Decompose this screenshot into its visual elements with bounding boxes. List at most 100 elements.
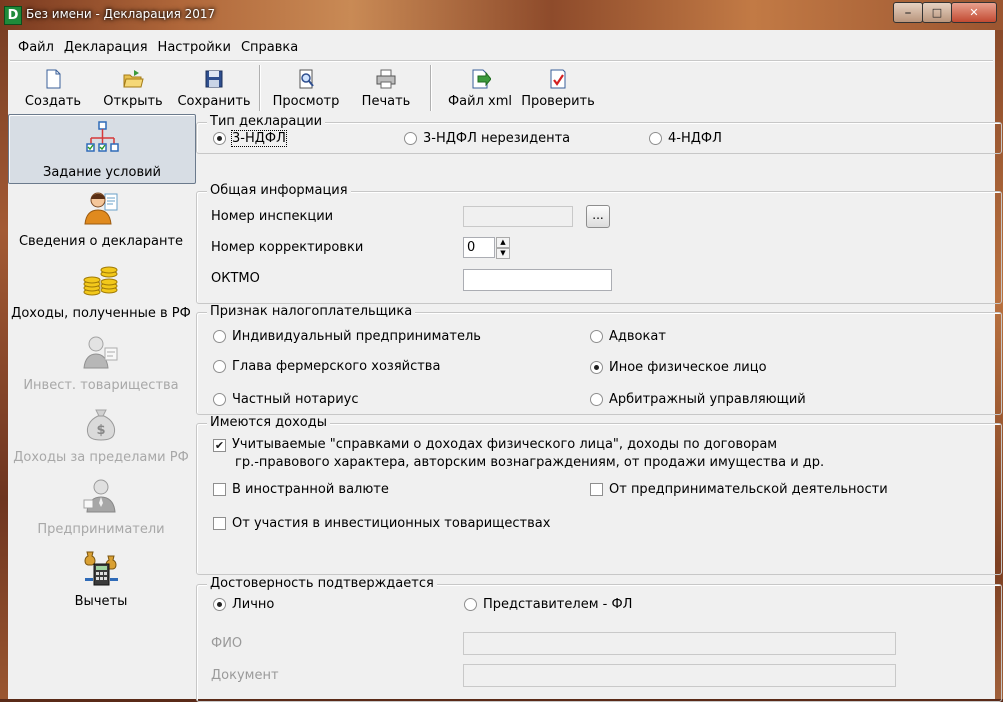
menu-declaration[interactable]: Декларация (59, 38, 153, 58)
window-frame-left (0, 30, 8, 699)
checkbox-icon (590, 483, 603, 496)
entrepreneur-income-checkbox[interactable]: От предпринимательской деятельности (590, 482, 888, 497)
group-title: Имеются доходы (207, 415, 330, 431)
sidebar-item-entrepreneurs[interactable]: Предприниматели (8, 476, 194, 544)
preview-button[interactable]: Просмотр (270, 64, 342, 110)
inspection-field[interactable] (463, 206, 573, 227)
radio-icon (464, 598, 477, 611)
confirm-representative[interactable]: Представителем - ФЛ (464, 597, 632, 612)
minimize-icon: ⎯ (905, 5, 911, 19)
app-icon: D (4, 6, 22, 25)
spin-down-icon[interactable]: ▼ (496, 248, 510, 259)
document-label: Документ (211, 668, 279, 683)
sidebar-item-conditions[interactable]: Задание условий (8, 114, 196, 184)
toolbar-separator (259, 65, 261, 111)
radio-icon (590, 393, 603, 406)
print-button[interactable]: Печать (354, 64, 418, 110)
radio-icon (590, 330, 603, 343)
sidebar-item-deductions[interactable]: Вычеты (8, 548, 194, 616)
checkbox-checked-icon: ✔ (213, 439, 226, 452)
correction-spin-buttons: ▲ ▼ (496, 237, 510, 260)
menu-settings[interactable]: Настройки (153, 38, 236, 58)
income-certificates-line1: Учитываемые "справками о доходах физичес… (232, 437, 778, 452)
sidebar-item-declarant[interactable]: Сведения о декларанте (8, 188, 194, 256)
browse-inspection-button[interactable]: ... (586, 205, 610, 228)
sidebar-item-label: Вычеты (74, 594, 128, 609)
hierarchy-icon (86, 121, 119, 152)
radio-icon (213, 330, 226, 343)
spin-up-icon[interactable]: ▲ (496, 237, 510, 248)
close-icon: ✕ (969, 6, 979, 19)
menu-file[interactable]: Файл (8, 38, 59, 58)
investors-icon (83, 336, 118, 369)
businessman-icon (83, 479, 116, 513)
radio-selected-icon (213, 598, 226, 611)
radio-selected-icon (213, 132, 226, 145)
investment-income-checkbox[interactable]: От участия в инвестиционных товарищества… (213, 516, 550, 531)
taxpayer-arbitration-manager[interactable]: Арбитражный управляющий (590, 392, 806, 407)
correction-stepper[interactable]: 0 (463, 237, 495, 258)
decl-type-4ndfl[interactable]: 4-НДФЛ (649, 131, 722, 146)
xml-file-button[interactable]: Файл xml (444, 64, 516, 110)
taxpayer-notary[interactable]: Частный нотариус (213, 392, 358, 407)
taxpayer-farm-head[interactable]: Глава фермерского хозяйства (213, 359, 440, 374)
menu-bar: Файл Декларация Настройки Справка (8, 38, 303, 58)
check-button[interactable]: Проверить (520, 64, 596, 110)
maximize-icon: □ (931, 6, 943, 19)
check-document-icon (550, 69, 566, 89)
group-title: Общая информация (207, 183, 351, 199)
maximize-button[interactable]: □ (922, 2, 952, 23)
new-document-icon (46, 69, 61, 89)
decl-type-3ndfl-nonresident[interactable]: 3-НДФЛ нерезидента (404, 131, 570, 146)
sidebar-item-income-rf[interactable]: Доходы, полученные в РФ (8, 260, 194, 328)
sidebar-item-label: Предприниматели (37, 522, 165, 537)
radio-icon (213, 393, 226, 406)
income-certificates-line2: гр.-правового характера, авторским возна… (235, 455, 825, 470)
radio-icon (649, 132, 662, 145)
client-area: Файл Декларация Настройки Справка Создат… (8, 30, 1002, 702)
sidebar-item-label: Доходы за пределами РФ (13, 450, 189, 465)
conditions-panel: Тип декларации 3-НДФЛ 3-НДФЛ нерезидента… (196, 114, 1002, 702)
taxpayer-individual-entrepreneur[interactable]: Индивидуальный предприниматель (213, 329, 481, 344)
income-group: Имеются доходы ✔ Учитываемые "справками … (196, 415, 1002, 575)
oktmo-label: ОКТМО (211, 271, 260, 286)
group-title: Признак налогоплательщика (207, 304, 416, 320)
create-button[interactable]: Создать (20, 64, 86, 110)
oktmo-field[interactable] (463, 269, 612, 291)
checkbox-icon (213, 517, 226, 530)
taxpayer-lawyer[interactable]: Адвокат (590, 329, 666, 344)
close-button[interactable]: ✕ (951, 2, 997, 23)
checkbox-icon (213, 483, 226, 496)
save-button[interactable]: Сохранить (177, 64, 251, 110)
money-bag-icon: $ (86, 409, 116, 441)
open-button[interactable]: Открыть (100, 64, 166, 110)
radio-selected-icon (590, 361, 603, 374)
correction-label: Номер корректировки (211, 240, 364, 255)
general-info-group: Общая информация Номер инспекции ... Ном… (196, 183, 1002, 304)
title-bar[interactable]: D Без имени - Декларация 2017 ⎯ □ ✕ (0, 0, 1003, 30)
svg-text:$: $ (96, 423, 105, 438)
foreign-currency-checkbox[interactable]: В иностранной валюте (213, 482, 389, 497)
floppy-disk-icon (205, 70, 223, 88)
inspection-label: Номер инспекции (211, 209, 334, 224)
sidebar-item-label: Задание условий (43, 165, 161, 180)
taxpayer-other-individual[interactable]: Иное физическое лицо (590, 360, 767, 375)
toolbar-separator (430, 65, 432, 111)
decl-type-3ndfl[interactable]: 3-НДФЛ (213, 130, 287, 147)
open-folder-icon (123, 70, 144, 88)
sidebar: Задание условий Сведения о декларанте До… (8, 114, 196, 699)
income-certificates-checkbox[interactable]: ✔ Учитываемые "справками о доходах физич… (213, 436, 824, 472)
fio-label: ФИО (211, 636, 243, 651)
sidebar-item-investments[interactable]: Инвест. товарищества (8, 332, 194, 400)
confirm-personal[interactable]: Лично (213, 597, 274, 612)
window-title: Без имени - Декларация 2017 (26, 7, 216, 21)
sidebar-item-label: Инвест. товарищества (23, 378, 179, 393)
coins-icon (83, 266, 118, 296)
fio-field[interactable] (463, 632, 896, 655)
confirmation-group: Достоверность подтверждается Лично Предс… (196, 576, 1002, 702)
minimize-button[interactable]: ⎯ (893, 2, 923, 23)
document-field[interactable] (463, 664, 896, 687)
radio-icon (213, 360, 226, 373)
menu-help[interactable]: Справка (236, 38, 303, 58)
sidebar-item-foreign-income[interactable]: $ Доходы за пределами РФ (8, 404, 194, 472)
